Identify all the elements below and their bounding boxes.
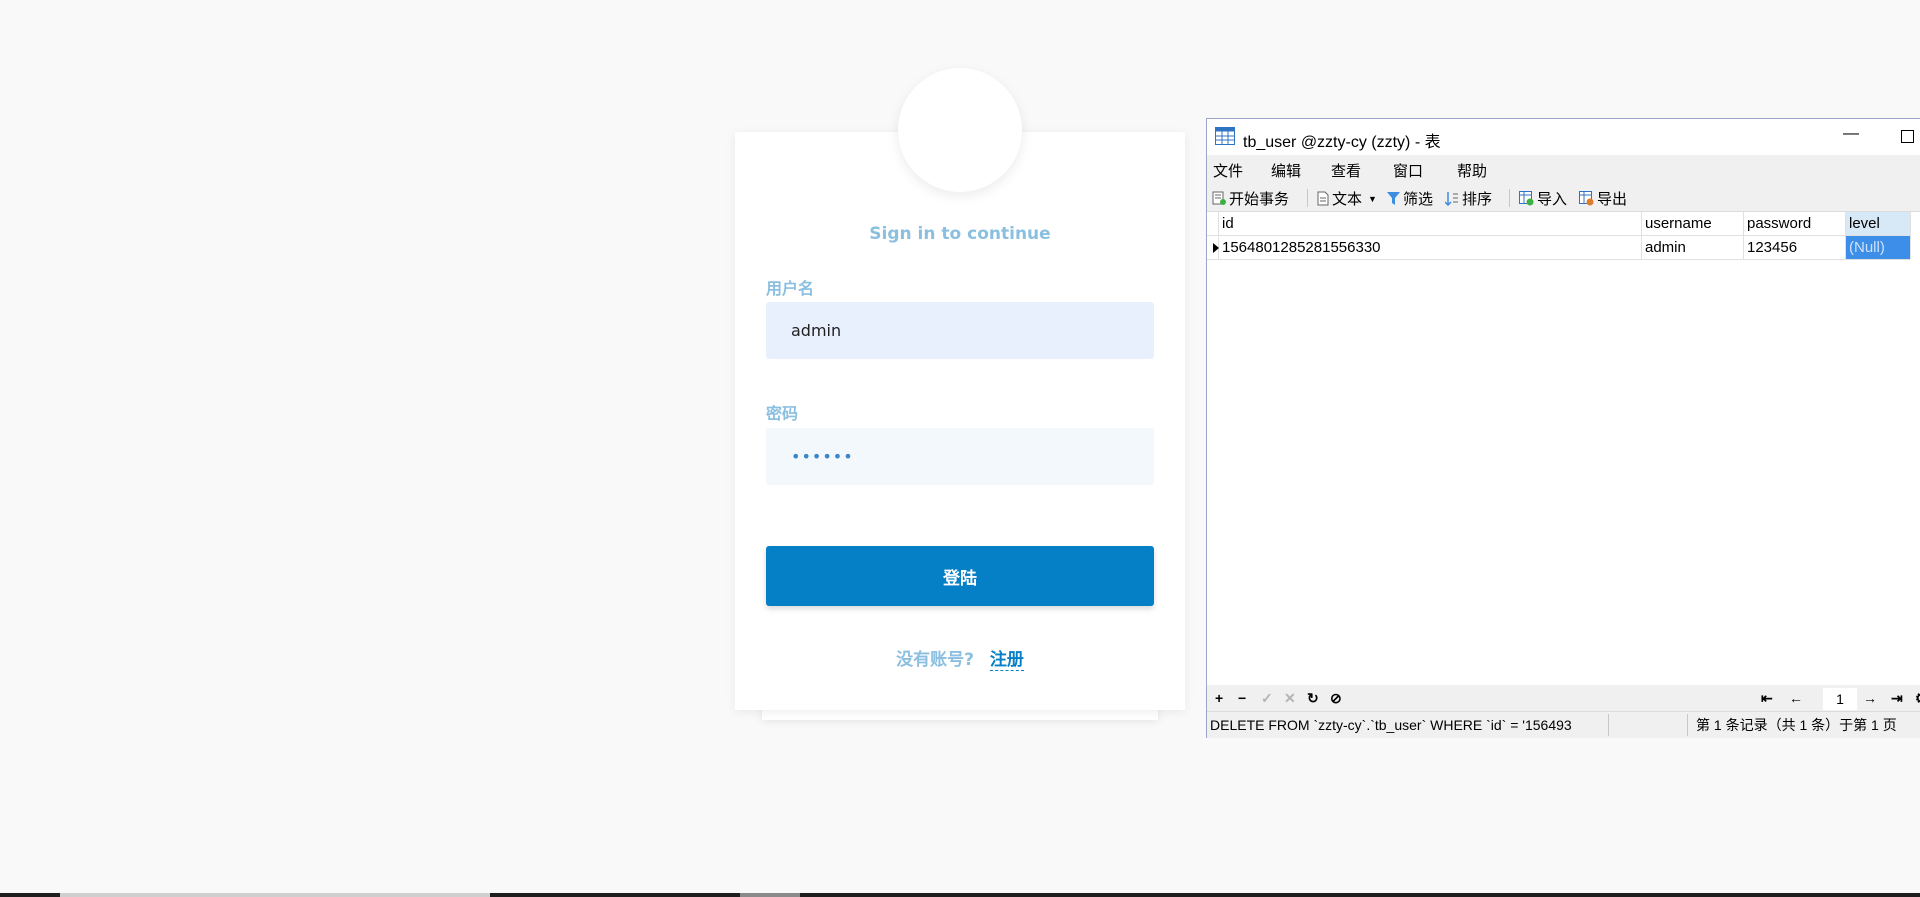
minimize-button[interactable]: —: [1839, 125, 1863, 147]
export-label: 导出: [1597, 191, 1628, 208]
toolbar-separator: [1509, 189, 1510, 207]
taskbar-item[interactable]: [740, 893, 800, 897]
maximize-button[interactable]: [1895, 125, 1919, 147]
next-page-icon[interactable]: →: [1863, 690, 1877, 706]
settings-gear-icon[interactable]: ⚙: [1915, 690, 1920, 707]
menu-view[interactable]: 查看: [1331, 160, 1361, 181]
apply-changes-icon[interactable]: ✓: [1261, 690, 1273, 707]
text-label: 文本: [1332, 191, 1363, 208]
record-info-text: 第 1 条记录（共 1 条）于第 1 页: [1687, 714, 1897, 736]
cell-level[interactable]: (Null): [1846, 236, 1911, 260]
sort-button[interactable]: 排序: [1445, 188, 1492, 209]
delete-record-icon[interactable]: −: [1238, 690, 1246, 706]
table-window: tb_user @zzty-cy (zzty) - 表 — 文件 编辑 查看 窗…: [1206, 118, 1920, 738]
menu-bar: 文件 编辑 查看 窗口 帮助: [1207, 155, 1920, 183]
register-row: 没有账号? 注册: [735, 645, 1185, 671]
refresh-icon[interactable]: ↻: [1307, 690, 1319, 707]
taskbar-item[interactable]: [60, 893, 490, 897]
stop-icon[interactable]: ⊘: [1330, 690, 1342, 707]
cell-id[interactable]: 1564801285281556330: [1219, 236, 1642, 260]
menu-window[interactable]: 窗口: [1393, 160, 1423, 181]
sort-label: 排序: [1462, 191, 1493, 208]
filter-icon: [1387, 192, 1400, 205]
cell-password[interactable]: 123456: [1744, 236, 1846, 260]
filter-button[interactable]: 筛选: [1387, 188, 1433, 209]
window-title: tb_user @zzty-cy (zzty) - 表: [1243, 134, 1441, 151]
desktop: Sign in to continue 用户名 密码 登陆 没有账号? 注册 t…: [0, 0, 1920, 897]
transaction-icon: [1212, 191, 1226, 205]
grid-header: id username password level: [1207, 212, 1920, 236]
register-link[interactable]: 注册: [989, 650, 1024, 671]
begin-transaction-button[interactable]: 开始事务: [1212, 188, 1289, 209]
record-navigation-bar: + − ✓ ✕ ↻ ⊘ ⇤ ← → ⇥ ⚙: [1207, 685, 1920, 711]
username-label: 用户名: [766, 279, 815, 298]
column-header-id[interactable]: id: [1219, 212, 1642, 236]
discard-changes-icon[interactable]: ✕: [1284, 690, 1296, 707]
export-button[interactable]: 导出: [1579, 188, 1627, 209]
menu-edit[interactable]: 编辑: [1271, 160, 1301, 181]
column-header-password[interactable]: password: [1744, 212, 1846, 236]
begin-transaction-label: 开始事务: [1229, 191, 1290, 208]
column-header-level[interactable]: level: [1846, 212, 1911, 236]
username-input[interactable]: [766, 302, 1154, 359]
previous-page-icon[interactable]: ←: [1789, 690, 1803, 706]
import-button[interactable]: 导入: [1519, 188, 1567, 209]
password-label: 密码: [766, 404, 799, 423]
status-bar: DELETE FROM `zzty-cy`.`tb_user` WHERE `i…: [1207, 711, 1920, 738]
column-header-username[interactable]: username: [1642, 212, 1744, 236]
cell-username[interactable]: admin: [1642, 236, 1744, 260]
text-button[interactable]: 文本 ▼: [1317, 188, 1377, 209]
filter-label: 筛选: [1403, 191, 1434, 208]
last-page-icon[interactable]: ⇥: [1891, 690, 1903, 707]
window-titlebar[interactable]: tb_user @zzty-cy (zzty) - 表 —: [1207, 119, 1920, 155]
add-record-icon[interactable]: +: [1215, 690, 1223, 706]
login-card: [735, 132, 1185, 710]
export-icon: [1579, 191, 1594, 206]
import-label: 导入: [1537, 191, 1568, 208]
table-row[interactable]: 1564801285281556330 admin 123456 (Null): [1207, 236, 1920, 260]
menu-file[interactable]: 文件: [1213, 160, 1243, 181]
signin-heading: Sign in to continue: [869, 224, 1051, 244]
status-sql-text: DELETE FROM `zzty-cy`.`tb_user` WHERE `i…: [1209, 714, 1609, 736]
sort-icon: [1445, 192, 1458, 206]
page-number-input[interactable]: [1823, 688, 1857, 710]
row-selector[interactable]: [1207, 236, 1219, 260]
avatar: [898, 68, 1022, 192]
toolbar: 开始事务 文本 ▼ 筛选 排序 导入 导出: [1207, 183, 1920, 212]
first-page-icon[interactable]: ⇤: [1761, 690, 1773, 707]
table-icon: [1215, 127, 1235, 145]
dropdown-arrow-icon: ▼: [1368, 193, 1377, 204]
menu-help[interactable]: 帮助: [1457, 160, 1487, 181]
toolbar-separator: [1307, 189, 1308, 207]
text-doc-icon: [1317, 191, 1329, 206]
header-corner: [1207, 212, 1219, 236]
login-button[interactable]: 登陆: [766, 546, 1154, 606]
password-input[interactable]: [766, 428, 1154, 485]
no-account-text: 没有账号?: [896, 650, 974, 670]
import-icon: [1519, 191, 1534, 206]
maximize-icon: [1900, 130, 1914, 143]
